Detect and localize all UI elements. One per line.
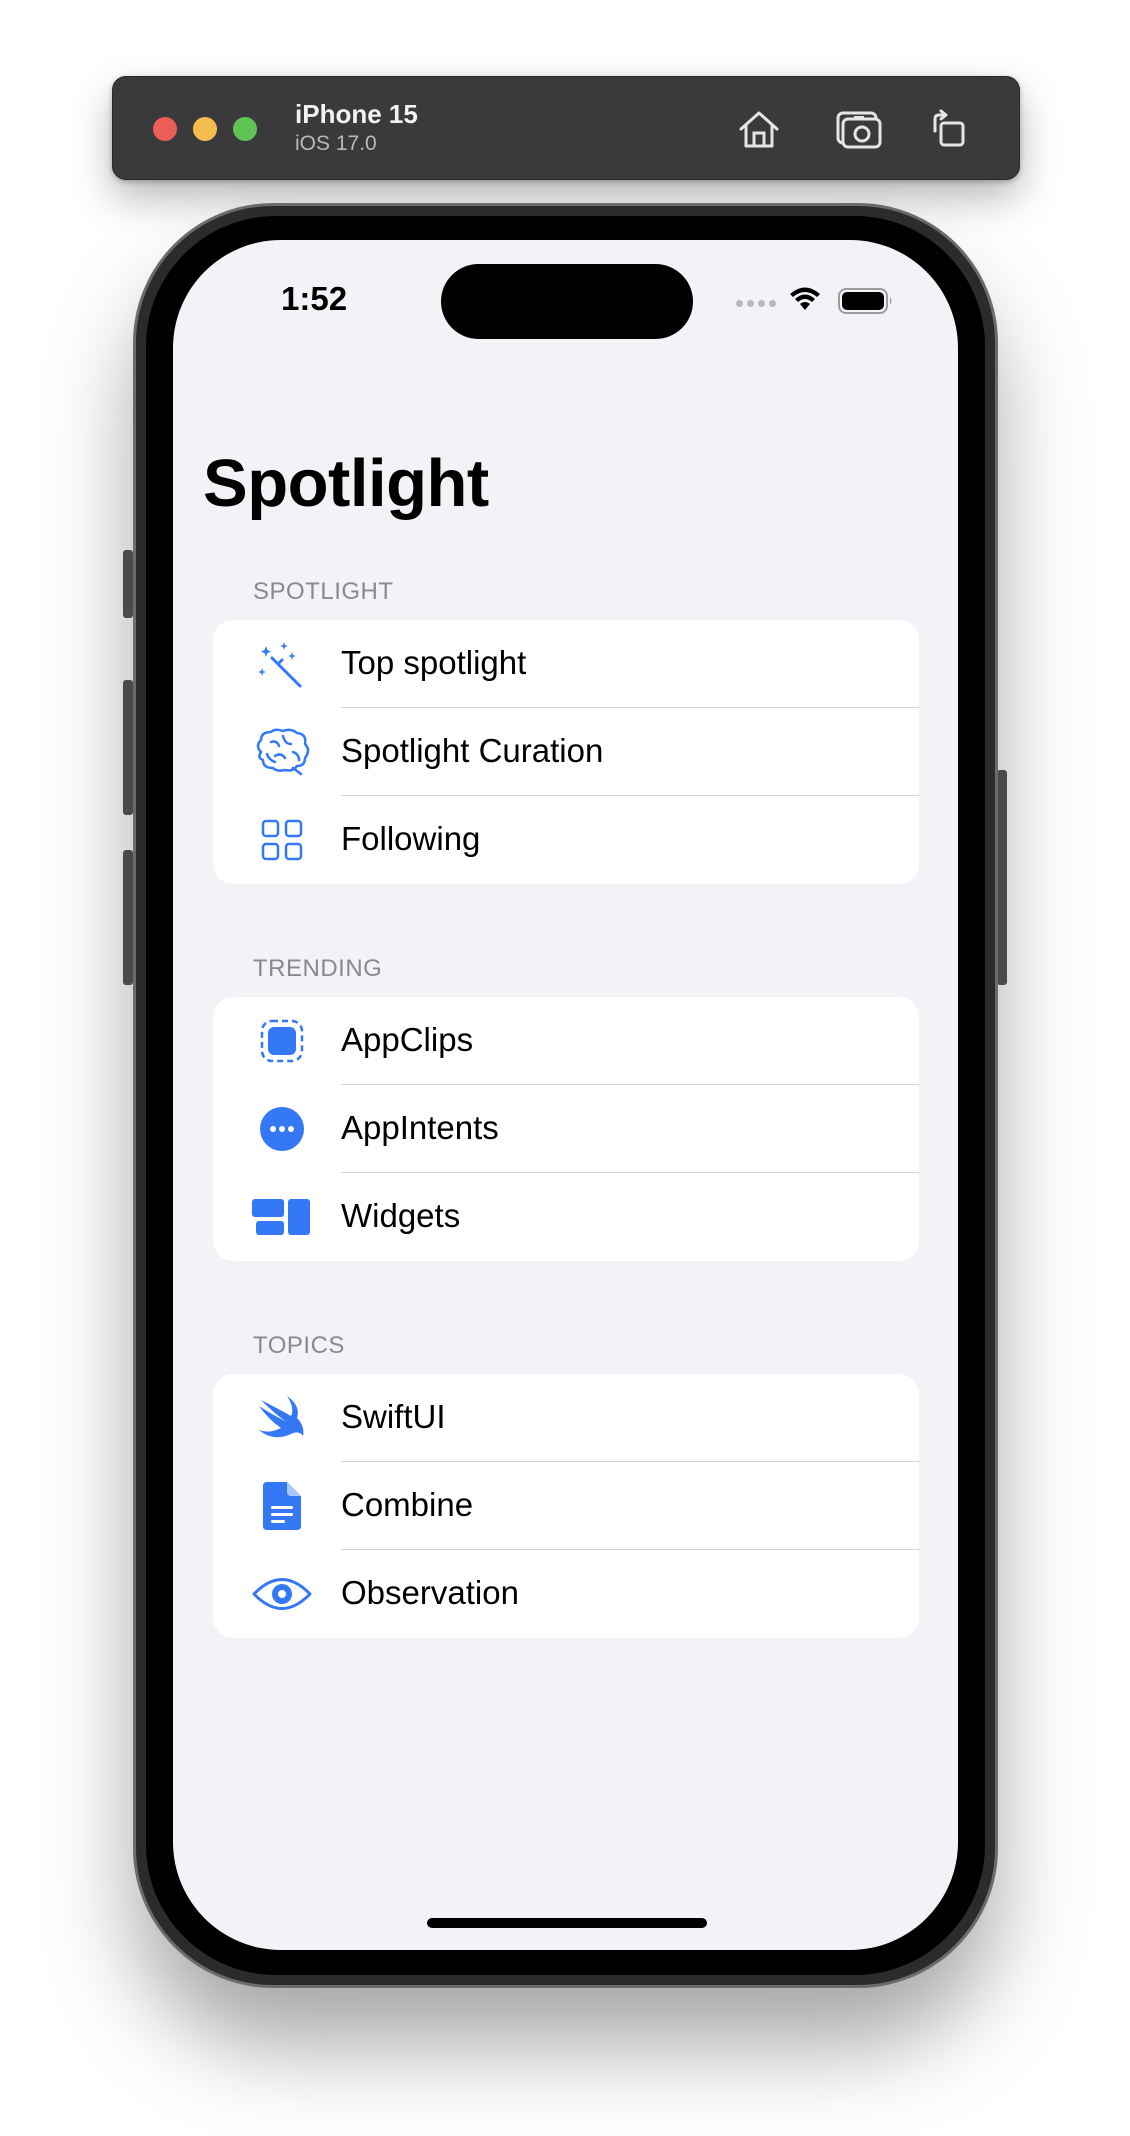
- section-header-spotlight: SPOTLIGHT: [253, 578, 394, 605]
- list-item-appintents[interactable]: AppIntents: [213, 1085, 919, 1173]
- list-item-top-spotlight[interactable]: Top spotlight: [213, 620, 919, 708]
- rotate-button[interactable]: [923, 103, 975, 155]
- swift-icon: [251, 1390, 313, 1446]
- list-item-label: Widgets: [341, 1197, 461, 1234]
- volume-down-button: [123, 850, 133, 985]
- section-header-trending: TRENDING: [253, 955, 383, 982]
- ellipsis-circle-icon: [251, 1101, 313, 1157]
- brain-icon: [251, 724, 313, 780]
- device-name: iPhone 15: [295, 99, 418, 129]
- minimize-window-button[interactable]: [193, 117, 217, 141]
- list-item-observation[interactable]: Observation: [213, 1550, 919, 1638]
- list-item-label: SwiftUI: [341, 1398, 446, 1435]
- list-item-label: Following: [341, 820, 481, 857]
- document-icon: [251, 1478, 313, 1534]
- list-item-appclips[interactable]: AppClips: [213, 997, 919, 1085]
- home-button[interactable]: [733, 103, 785, 155]
- screenshot-button[interactable]: [833, 103, 885, 155]
- section-header-topics: TOPICS: [253, 1332, 345, 1359]
- home-indicator[interactable]: [427, 1918, 707, 1928]
- dynamic-island: [441, 264, 693, 339]
- list-item-label: AppClips: [341, 1021, 474, 1058]
- list-item-combine[interactable]: Combine: [213, 1462, 919, 1550]
- power-button: [997, 770, 1007, 985]
- signal-icon: [736, 300, 776, 307]
- rotate-icon: [933, 109, 965, 147]
- close-window-button[interactable]: [153, 117, 177, 141]
- status-icons: [736, 286, 896, 316]
- status-time: 1:52: [281, 280, 348, 317]
- os-version: iOS 17.0: [295, 132, 377, 155]
- list-item-swiftui[interactable]: SwiftUI: [213, 1374, 919, 1462]
- section-group-trending: AppClips AppIntents Widgets: [213, 997, 919, 1261]
- appclip-icon: [251, 1013, 313, 1069]
- wifi-icon: [790, 287, 820, 310]
- widgets-icon: [251, 1189, 313, 1245]
- page-title: Spotlight: [203, 446, 489, 521]
- zoom-window-button[interactable]: [233, 117, 257, 141]
- list-item-widgets[interactable]: Widgets: [213, 1173, 919, 1261]
- section-group-topics: SwiftUI Combine Observation: [213, 1374, 919, 1638]
- list-item-following[interactable]: Following: [213, 796, 919, 884]
- list-item-label: Combine: [341, 1486, 474, 1523]
- list-item-label: AppIntents: [341, 1109, 499, 1146]
- grid-icon: [251, 812, 313, 868]
- magic-wand-icon: [251, 636, 313, 692]
- action-button: [123, 550, 133, 618]
- phone-screen: 1:52 Spotlight SPOTLIGHT Top spotlight S…: [173, 240, 958, 1950]
- home-icon: [739, 111, 779, 148]
- battery-icon: [838, 288, 892, 314]
- volume-up-button: [123, 680, 133, 815]
- list-item-label: Spotlight Curation: [341, 732, 604, 769]
- eye-icon: [251, 1566, 313, 1622]
- section-group-spotlight: Top spotlight Spotlight Curation Followi…: [213, 620, 919, 884]
- simulator-toolbar: iPhone 15 iOS 17.0: [112, 76, 1020, 180]
- list-item-label: Observation: [341, 1574, 519, 1611]
- screenshot-icon: [836, 111, 882, 149]
- list-item-spotlight-curation[interactable]: Spotlight Curation: [213, 708, 919, 796]
- list-item-label: Top spotlight: [341, 644, 527, 681]
